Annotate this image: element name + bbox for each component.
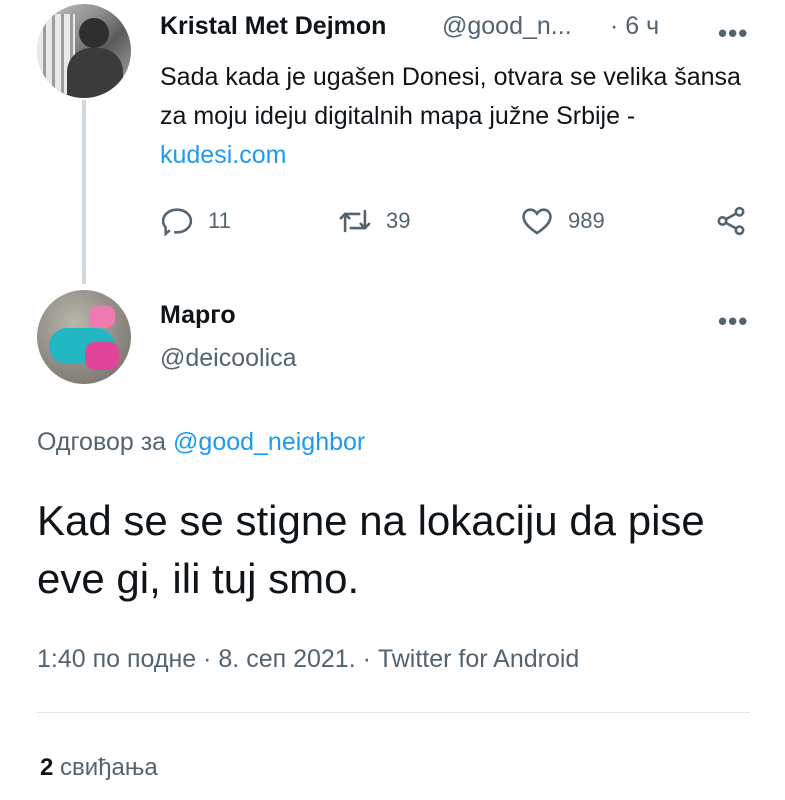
tweet-text: Sada kada je ugašen Donesi, otvara se ve… (160, 58, 750, 175)
share-icon (717, 206, 745, 236)
like-button[interactable]: 989 (520, 204, 605, 238)
tweet-link[interactable]: kudesi.com (160, 141, 286, 169)
divider (37, 712, 750, 713)
reply-to-line: Одговор за @good_neighbor (37, 428, 365, 457)
reply-to-handle[interactable]: @good_neighbor (173, 428, 365, 456)
reply-button[interactable]: 11 (160, 204, 231, 238)
tweet-time[interactable]: · 6 ч (610, 12, 659, 41)
retweet-count: 39 (386, 208, 411, 233)
retweet-button[interactable]: 39 (338, 204, 410, 238)
reply-author-handle[interactable]: @deicoolica (160, 344, 297, 373)
tweet-meta[interactable]: 1:40 по подне · 8. сеп 2021. · Twitter f… (37, 645, 579, 674)
author-name[interactable]: Kristal Met Dejmon (160, 12, 386, 41)
more-dots-icon[interactable]: ••• (718, 20, 748, 46)
reply-to-label: Одговор за (37, 428, 174, 456)
likes-label: свиђања (60, 754, 158, 781)
likes-count: 2 (40, 754, 54, 781)
author-handle[interactable]: @good_n... (442, 12, 572, 41)
avatar-margo[interactable] (37, 290, 131, 384)
thread-line (82, 100, 86, 284)
reply-text: Kad se se stigne na lokaciju da pise eve… (37, 497, 705, 602)
reply-count: 11 (208, 208, 231, 233)
retweet-icon (339, 209, 371, 233)
reply-icon (161, 208, 193, 237)
heart-icon (522, 208, 552, 235)
likes-summary[interactable]: 2 свиђања (40, 754, 158, 782)
tweet-text-body: Sada kada je ugašen Donesi, otvara se ve… (160, 63, 741, 130)
reply-author-name[interactable]: Марго (160, 301, 236, 330)
share-button[interactable] (714, 204, 748, 238)
more-dots-icon[interactable]: ••• (718, 308, 748, 334)
avatar-kristal[interactable] (37, 4, 131, 98)
like-count: 989 (568, 208, 605, 233)
